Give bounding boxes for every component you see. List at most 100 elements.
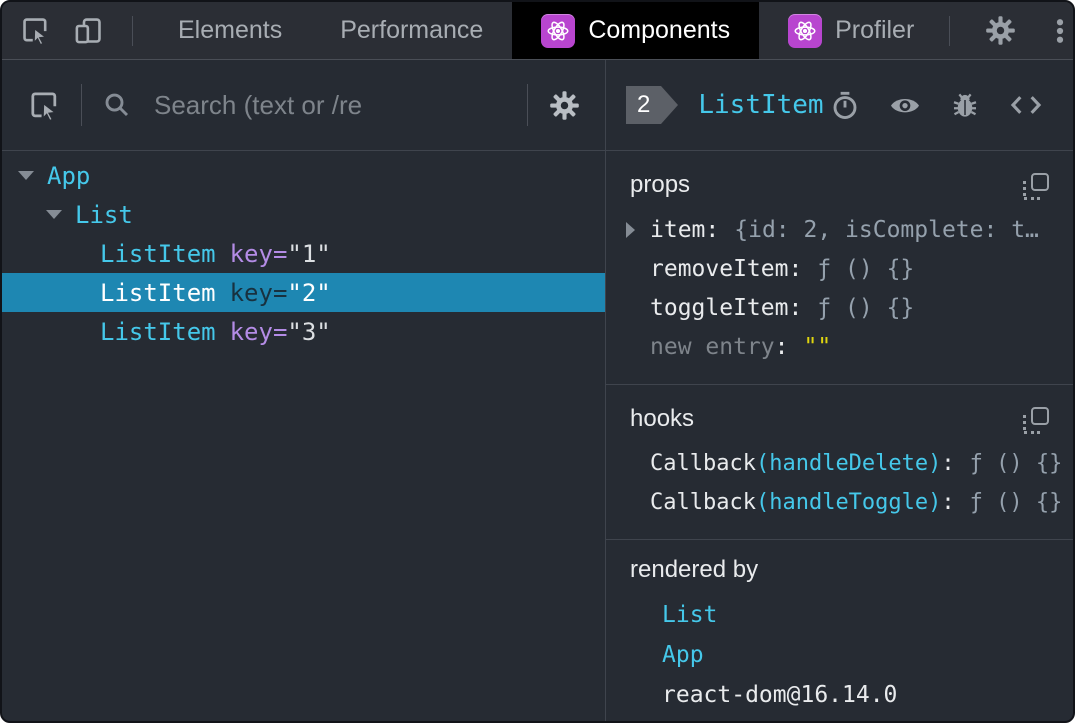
- copy-icon-dots: [1024, 431, 1040, 434]
- settings-gear-icon[interactable]: [984, 14, 1017, 47]
- tree-toolbar: [2, 60, 605, 151]
- copy-icon-box: [1031, 407, 1049, 425]
- owner-link[interactable]: App: [662, 642, 704, 668]
- prop-value: ƒ () {}: [817, 294, 915, 321]
- inspected-element-panel: 2 ListItem props item: {id: 2, isComple…: [606, 60, 1073, 721]
- tab-components[interactable]: Components: [512, 2, 760, 59]
- inspect-element-icon[interactable]: [20, 15, 51, 46]
- tab-elements[interactable]: Elements: [149, 2, 311, 59]
- topbar-separator: [949, 15, 951, 46]
- rendered-by-section: rendered by List App react-dom@16.14.0: [606, 540, 1073, 721]
- toolbar-separator: [527, 84, 528, 126]
- more-options-kebab-icon[interactable]: [1045, 16, 1073, 46]
- collapse-expander-icon[interactable]: [18, 171, 34, 180]
- tab-performance[interactable]: Performance: [311, 2, 512, 59]
- element-actions: [830, 88, 1043, 122]
- props-title: props: [630, 171, 691, 198]
- key-value: "1": [287, 239, 331, 268]
- tree-row-listitem-3[interactable]: ListItem key= "3": [2, 312, 605, 351]
- copy-icon-box: [1031, 173, 1049, 191]
- react-logo-icon: [788, 13, 823, 48]
- rendered-by-title: rendered by: [630, 556, 759, 583]
- badge-arrow: [661, 86, 679, 124]
- rendered-by-list-item[interactable]: App: [630, 635, 1049, 675]
- prop-value: {id: 2, isComplete: t…: [734, 216, 1039, 243]
- hook-value: ƒ () {}: [969, 490, 1063, 515]
- hook-value: ƒ () {}: [969, 451, 1063, 476]
- search-input[interactable]: [152, 88, 507, 122]
- select-element-to-inspect-icon[interactable]: [28, 89, 61, 122]
- component-name: App: [47, 161, 91, 190]
- prop-name: item: [650, 216, 706, 243]
- key-attribute: key=: [229, 317, 288, 346]
- owner-link[interactable]: List: [662, 602, 717, 628]
- tree-row-list[interactable]: List: [2, 195, 605, 234]
- inspected-element-header: 2 ListItem: [606, 60, 1073, 151]
- props-section: props item: {id: 2, isComplete: t… remov…: [606, 151, 1073, 385]
- tree-row-listitem-1[interactable]: ListItem key= "1": [2, 234, 605, 273]
- hook-arg: (handleToggle): [755, 490, 942, 515]
- copy-icon-dots: [1023, 181, 1026, 196]
- toolbar-separator: [81, 84, 82, 126]
- copy-icon-dots: [1024, 197, 1040, 200]
- hook-name: Callback: [650, 490, 756, 515]
- prop-row-item[interactable]: item: {id: 2, isComplete: t…: [626, 210, 1049, 249]
- device-toolbar-icon[interactable]: [73, 15, 104, 46]
- tab-profiler-label: Profiler: [835, 16, 915, 44]
- rendered-by-header: rendered by: [630, 556, 1049, 586]
- prop-name: removeItem: [650, 255, 789, 282]
- hook-name: Callback: [650, 451, 756, 476]
- hook-row-handletoggle[interactable]: Callback (handleToggle): ƒ () {}: [630, 483, 1062, 522]
- tab-profiler[interactable]: Profiler: [759, 2, 943, 59]
- devtools-topbar: Elements Performance Components Profiler: [2, 2, 1073, 60]
- component-name: ListItem: [100, 278, 216, 307]
- components-tree-panel: App List ListItem key="1" ListItem key="…: [2, 60, 606, 721]
- component-name: ListItem: [100, 239, 216, 268]
- hooks-section-header: hooks: [630, 405, 1049, 435]
- element-id-badge: 2: [626, 86, 662, 124]
- prop-row-new-entry[interactable]: new entry: "": [630, 327, 1049, 366]
- inspect-dom-eye-icon[interactable]: [889, 89, 921, 121]
- prop-row-toggleitem[interactable]: toggleItem: ƒ () {}: [630, 288, 1049, 327]
- view-source-code-icon[interactable]: [1009, 88, 1043, 122]
- topbar-left-icons: [2, 2, 139, 59]
- hook-separator: :: [941, 490, 955, 515]
- hooks-title: hooks: [630, 405, 695, 432]
- selected-component-title: ListItem: [698, 90, 824, 120]
- log-to-console-bug-icon[interactable]: [950, 90, 980, 120]
- new-entry-placeholder[interactable]: new entry: [650, 334, 775, 360]
- hook-row-handledelete[interactable]: Callback (handleDelete): ƒ () {}: [630, 444, 1062, 483]
- copy-icon-dots: [1023, 415, 1026, 430]
- expand-prop-icon[interactable]: [626, 222, 635, 238]
- key-attribute: key=: [229, 239, 288, 268]
- rendered-by-list-item: react-dom@16.14.0: [630, 675, 1049, 715]
- key-value: "2": [287, 278, 331, 307]
- topbar-right-icons: [943, 2, 1073, 59]
- prop-separator: :: [774, 333, 789, 360]
- key-value: "3": [287, 317, 331, 346]
- prop-value: ƒ () {}: [817, 255, 915, 282]
- component-name: ListItem: [100, 317, 216, 346]
- hooks-section: hooks Callback (handleDelete): ƒ () {} Ca…: [606, 385, 1073, 540]
- topbar-tabs: Elements Performance Components Profiler: [149, 2, 943, 59]
- tree-row-listitem-2-selected[interactable]: ListItem key= "2": [2, 273, 605, 312]
- tab-elements-label: Elements: [178, 16, 283, 44]
- tree-row-app[interactable]: App: [2, 156, 605, 195]
- copy-hooks-icon[interactable]: [1022, 407, 1049, 434]
- copy-props-icon[interactable]: [1022, 173, 1049, 200]
- prop-row-removeitem[interactable]: removeItem: ƒ () {}: [630, 249, 1049, 288]
- hook-separator: :: [941, 451, 955, 476]
- tree-settings-gear-icon[interactable]: [548, 89, 581, 122]
- key-attribute: key=: [229, 278, 288, 307]
- prop-separator: :: [788, 255, 803, 282]
- component-tree: App List ListItem key= "1" ListItem key= "…: [2, 151, 605, 351]
- prop-separator: :: [788, 294, 803, 321]
- new-entry-value[interactable]: "": [803, 334, 831, 360]
- topbar-separator: [132, 15, 133, 46]
- rendered-by-list-item[interactable]: List: [630, 595, 1049, 635]
- component-name: List: [75, 200, 133, 229]
- tab-components-label: Components: [588, 16, 731, 44]
- suspend-stopwatch-icon[interactable]: [830, 90, 860, 120]
- prop-separator: :: [705, 216, 720, 243]
- collapse-expander-icon[interactable]: [46, 210, 62, 219]
